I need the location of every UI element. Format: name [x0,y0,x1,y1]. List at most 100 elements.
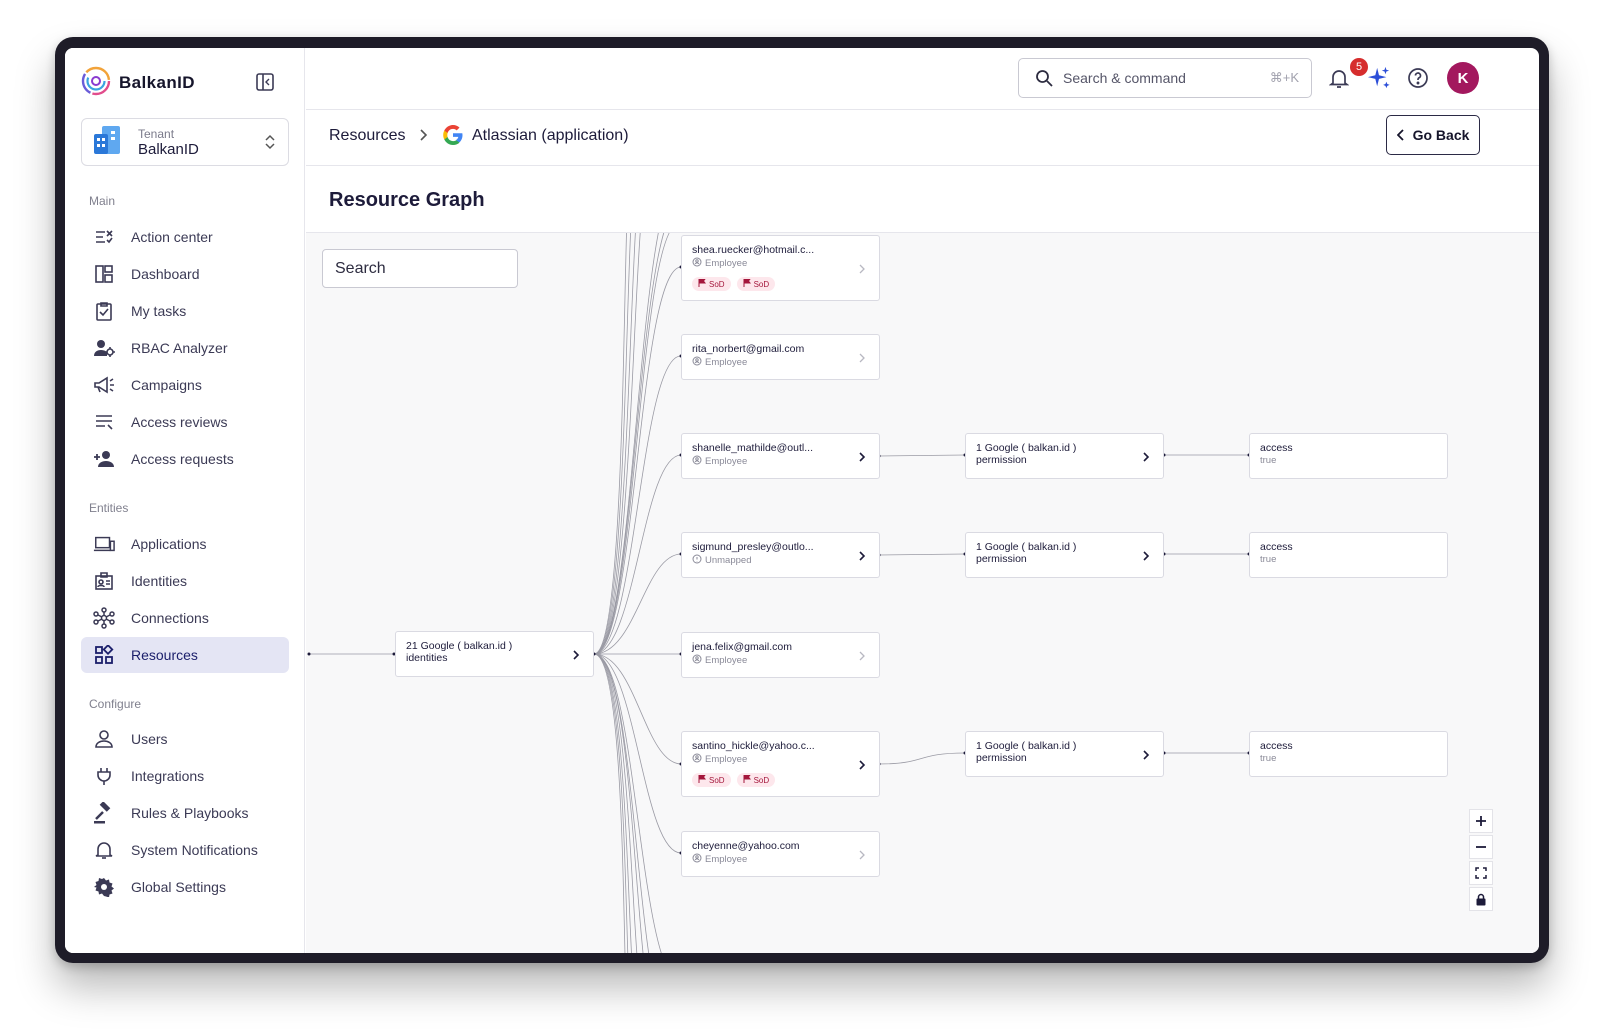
flag-icon [698,774,706,785]
chevron-right-icon[interactable] [857,450,867,462]
page-title: Resource Graph [329,189,485,211]
identity-node[interactable]: santino_hickle@yahoo.c... Employee SoD S… [681,731,880,797]
sidebar-item-action-center[interactable]: Action center [81,219,289,255]
sidebar-item-label: Campaigns [131,377,202,393]
node-subtitle: permission [976,454,1027,466]
network-icon [93,607,115,629]
help-icon[interactable] [1406,66,1430,90]
identity-type-icon [692,753,702,767]
balkanid-logo-icon [81,66,111,101]
node-subtitle: identities [406,652,448,664]
minus-icon [1475,841,1487,853]
sidebar-item-resources[interactable]: Resources [81,637,289,673]
graph-search-input[interactable]: Search [322,249,518,288]
identity-type-icon [692,853,702,867]
list-icon [93,411,115,433]
go-back-button[interactable]: Go Back [1386,115,1480,155]
sidebar-item-global-settings[interactable]: Global Settings [81,869,289,905]
sidebar-item-label: Action center [131,229,213,245]
id-badge-icon [93,570,115,592]
chevron-right-icon[interactable] [1141,549,1151,561]
lock-button[interactable] [1469,887,1493,911]
identity-email: shea.ruecker@hotmail.c... [692,244,815,256]
section-main: Main [89,194,116,208]
identity-node[interactable]: shea.ruecker@hotmail.c... Employee SoD S… [681,235,880,301]
sidebar-item-label: Identities [131,573,188,589]
breadcrumb-root[interactable]: Resources [329,127,405,145]
permission-node[interactable]: 1 Google ( balkan.id ) permission [965,731,1164,777]
sidebar-item-label: Dashboard [131,266,200,282]
chevron-right-icon [857,262,867,274]
command-search[interactable]: Search & command ⌘+K [1018,58,1312,98]
tenant-selector[interactable]: Tenant BalkanID [81,118,289,166]
plug-icon [93,765,115,787]
fullscreen-icon [1475,867,1487,879]
shortcut-hint: ⌘+K [1269,70,1299,85]
person-add-icon [93,448,115,470]
sod-badge: SoD [736,277,776,291]
chevron-right-icon[interactable] [1141,748,1151,760]
notifications-bell-icon[interactable] [1327,66,1351,90]
access-node[interactable]: access true [1249,433,1448,479]
resource-graph-canvas[interactable]: Search 21 Google ( balkan.id ) identitie… [306,232,1539,953]
fit-view-button[interactable] [1469,861,1493,885]
device-frame: BalkanID Tenant BalkanID Main Action cen… [55,37,1549,963]
tasks-icon [93,300,115,322]
sidebar-item-label: Rules & Playbooks [131,805,249,821]
sidebar-item-access-reviews[interactable]: Access reviews [81,404,289,440]
node-title: 1 Google ( balkan.id ) [976,541,1077,553]
sod-badge: SoD [692,277,731,291]
sidebar-item-connections[interactable]: Connections [81,600,289,636]
chevron-right-icon[interactable] [857,549,867,561]
sidebar-item-my-tasks[interactable]: My tasks [81,293,289,329]
sidebar-item-applications[interactable]: Applications [81,526,289,562]
permission-node[interactable]: 1 Google ( balkan.id ) permission [965,532,1164,578]
sidebar-item-integrations[interactable]: Integrations [81,758,289,794]
permission-node[interactable]: 1 Google ( balkan.id ) permission [965,433,1164,479]
identity-node[interactable]: cheyenne@yahoo.com Employee [681,831,880,877]
identity-node[interactable]: jena.felix@gmail.com Employee [681,632,880,678]
chevron-up-down-icon [264,132,276,157]
access-node[interactable]: access true [1249,532,1448,578]
sidebar-item-system-notifications[interactable]: System Notifications [81,832,289,868]
graph-edges [307,233,1251,953]
chevron-right-icon [857,848,867,860]
access-node[interactable]: access true [1249,731,1448,777]
identity-node[interactable]: sigmund_presley@outlo... Unmapped [681,532,880,578]
sidebar-item-users[interactable]: Users [81,721,289,757]
identity-type-icon [692,654,702,668]
notification-count-badge: 5 [1350,58,1368,76]
identity-node[interactable]: rita_norbert@gmail.com Employee [681,334,880,380]
tenant-value: BalkanID [138,141,199,158]
search-icon [1035,69,1053,87]
access-label: access [1260,442,1293,454]
zoom-out-button[interactable] [1469,835,1493,859]
collapse-sidebar-icon[interactable] [255,72,275,92]
brand[interactable]: BalkanID [81,66,195,101]
node-subtitle: permission [976,752,1027,764]
identity-email: cheyenne@yahoo.com [692,840,800,852]
sidebar-item-rules-playbooks[interactable]: Rules & Playbooks [81,795,289,831]
identity-type: Employee [705,357,748,368]
action-center-icon [93,226,115,248]
chevron-right-icon[interactable] [857,758,867,770]
identity-node[interactable]: shanelle_mathilde@outl... Employee [681,433,880,479]
sidebar-item-identities[interactable]: Identities [81,563,289,599]
chevron-right-icon[interactable] [571,648,581,660]
chevron-right-icon[interactable] [1141,450,1151,462]
identity-type-icon [692,356,702,370]
sidebar-item-label: Applications [131,536,207,552]
ai-sparkle-icon[interactable] [1367,66,1391,90]
sidebar-item-campaigns[interactable]: Campaigns [81,367,289,403]
graph-root-node[interactable]: 21 Google ( balkan.id ) identities [395,631,594,677]
sidebar-item-access-requests[interactable]: Access requests [81,441,289,477]
sidebar-item-label: Access reviews [131,414,228,430]
building-icon [92,124,124,161]
zoom-in-button[interactable] [1469,809,1493,833]
sidebar-item-rbac-analyzer[interactable]: RBAC Analyzer [81,330,289,366]
user-avatar[interactable]: K [1447,62,1479,94]
identity-type: Employee [705,456,748,467]
chevron-right-icon [857,351,867,363]
access-label: access [1260,541,1293,553]
sidebar-item-dashboard[interactable]: Dashboard [81,256,289,292]
